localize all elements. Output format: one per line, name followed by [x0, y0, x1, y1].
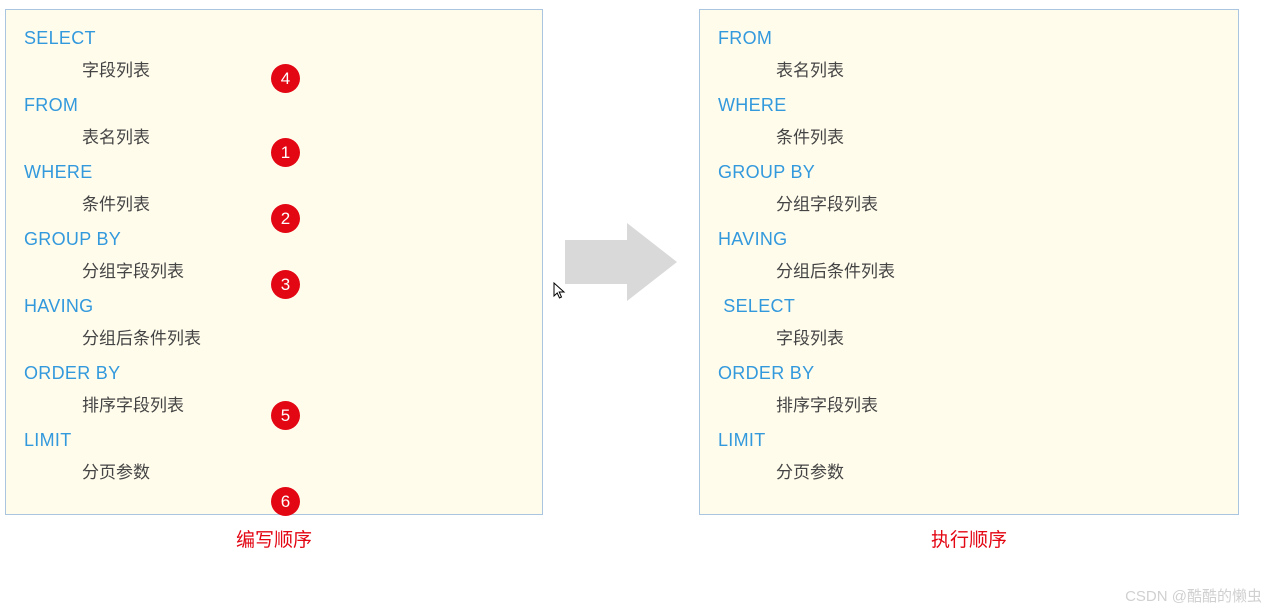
write-order-column: SELECT 字段列表 FROM 表名列表 WHERE 条件列表 GROUP B… [5, 9, 543, 552]
r-keyword-select: SELECT [718, 290, 1220, 322]
r-keyword-orderby: ORDER BY [718, 357, 1220, 389]
r-keyword-having: HAVING [718, 223, 1220, 255]
desc-limit: 分页参数 [24, 456, 524, 490]
r-keyword-groupby: GROUP BY [718, 156, 1220, 188]
keyword-select: SELECT [24, 22, 524, 54]
exec-order-box: FROM 表名列表 WHERE 条件列表 GROUP BY 分组字段列表 HAV… [699, 9, 1239, 515]
r-keyword-from: FROM [718, 22, 1220, 54]
exec-order-column: FROM 表名列表 WHERE 条件列表 GROUP BY 分组字段列表 HAV… [699, 9, 1239, 552]
r-desc-where: 条件列表 [718, 121, 1220, 155]
badge-1: 1 [271, 138, 300, 167]
keyword-orderby: ORDER BY [24, 357, 524, 389]
keyword-having: HAVING [24, 290, 524, 322]
exec-order-caption: 执行顺序 [699, 525, 1239, 552]
keyword-limit: LIMIT [24, 424, 524, 456]
r-desc-from: 表名列表 [718, 54, 1220, 88]
r-desc-select: 字段列表 [718, 322, 1220, 356]
r-desc-groupby: 分组字段列表 [718, 188, 1220, 222]
write-order-box: SELECT 字段列表 FROM 表名列表 WHERE 条件列表 GROUP B… [5, 9, 543, 515]
r-desc-orderby: 排序字段列表 [718, 389, 1220, 423]
r-desc-limit: 分页参数 [718, 456, 1220, 490]
keyword-from: FROM [24, 89, 524, 121]
badge-2: 2 [271, 204, 300, 233]
watermark-text: CSDN @酷酷的懒虫 [1125, 585, 1262, 606]
write-order-caption: 编写顺序 [5, 525, 543, 552]
r-desc-having: 分组后条件列表 [718, 255, 1220, 289]
r-keyword-limit: LIMIT [718, 424, 1220, 456]
badge-6: 6 [271, 487, 300, 516]
badge-3: 3 [271, 270, 300, 299]
badge-4: 4 [271, 64, 300, 93]
badge-5: 5 [271, 401, 300, 430]
r-keyword-where: WHERE [718, 89, 1220, 121]
desc-having: 分组后条件列表 [24, 322, 524, 356]
arrow-icon [565, 9, 677, 515]
